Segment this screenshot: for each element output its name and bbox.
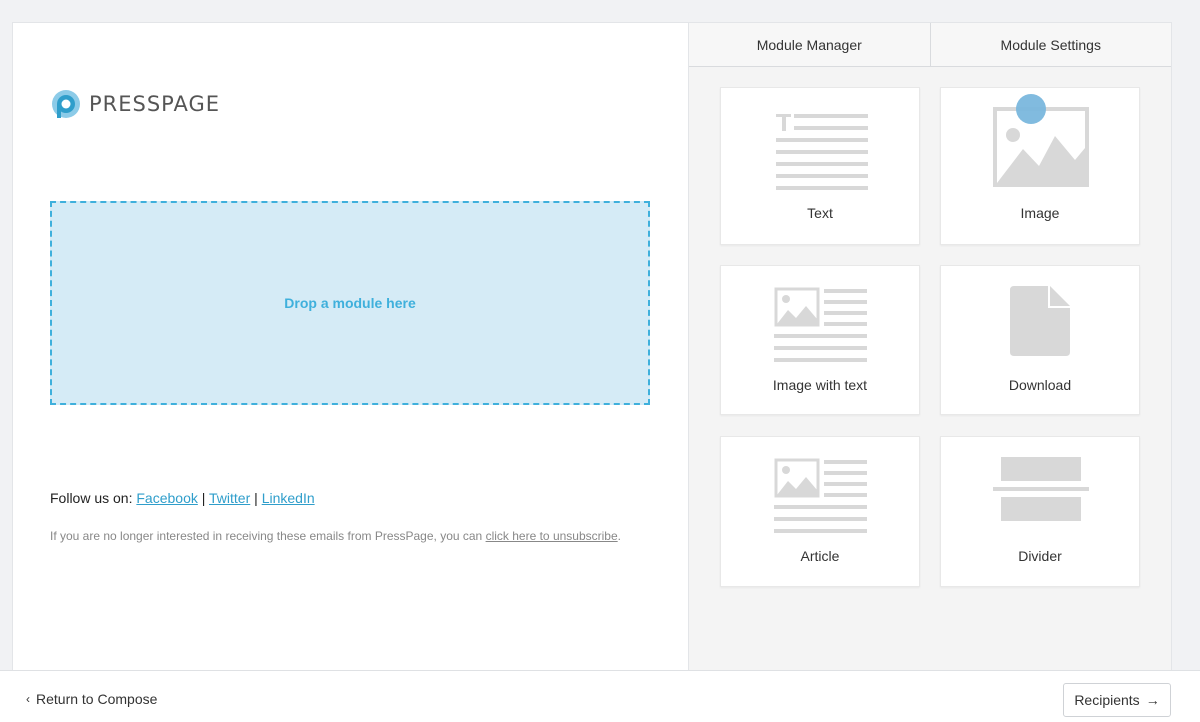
recipients-button[interactable]: Recipients → bbox=[1063, 683, 1171, 717]
link-separator: | bbox=[254, 490, 258, 506]
text-icon bbox=[776, 114, 868, 190]
module-text[interactable]: Text bbox=[720, 87, 920, 245]
module-label: Download bbox=[1008, 377, 1072, 393]
unsubscribe-prefix: If you are no longer interested in recei… bbox=[50, 529, 483, 543]
module-image[interactable]: Image bbox=[940, 87, 1140, 245]
module-divider[interactable]: Divider bbox=[940, 436, 1140, 587]
article-icon bbox=[774, 458, 867, 533]
module-image-with-text[interactable]: Image with text bbox=[720, 265, 920, 415]
image-icon bbox=[993, 94, 1089, 187]
module-label: Text bbox=[807, 205, 833, 221]
presspage-logo: PRESSPAGE bbox=[51, 89, 220, 119]
module-dropzone[interactable]: Drop a module here bbox=[50, 201, 650, 405]
module-panel: Module Manager Module Settings Text Imag… bbox=[688, 22, 1172, 670]
module-label: Image bbox=[1020, 205, 1060, 221]
arrow-right-icon: → bbox=[1145, 692, 1160, 708]
bottom-bar: ‹ Return to Compose Recipients → bbox=[0, 670, 1200, 722]
linkedin-link[interactable]: LinkedIn bbox=[262, 490, 315, 506]
unsubscribe-note: If you are no longer interested in recei… bbox=[50, 529, 621, 543]
file-icon bbox=[1010, 286, 1070, 356]
image-with-text-icon bbox=[774, 287, 867, 362]
follow-prefix: Follow us on: bbox=[50, 490, 133, 506]
twitter-link[interactable]: Twitter bbox=[209, 490, 250, 506]
logo-text: PRESSPAGE bbox=[89, 92, 221, 116]
return-to-compose-link[interactable]: ‹ Return to Compose bbox=[26, 691, 157, 707]
email-canvas: PRESSPAGE Drop a module here Follow us o… bbox=[12, 22, 688, 670]
link-separator: | bbox=[201, 490, 206, 506]
drag-cursor-indicator bbox=[1016, 94, 1046, 124]
presspage-logo-icon bbox=[51, 89, 81, 119]
module-label: Article bbox=[800, 548, 840, 564]
module-label: Divider bbox=[1018, 548, 1062, 564]
module-label: Image with text bbox=[772, 377, 868, 393]
module-download[interactable]: Download bbox=[940, 265, 1140, 415]
divider-icon bbox=[993, 457, 1089, 521]
facebook-link[interactable]: Facebook bbox=[136, 490, 197, 506]
follow-us: Follow us on: Facebook | Twitter | Linke… bbox=[50, 490, 315, 506]
module-article[interactable]: Article bbox=[720, 436, 920, 587]
tab-module-settings[interactable]: Module Settings bbox=[929, 23, 1172, 66]
tab-module-manager[interactable]: Module Manager bbox=[689, 23, 930, 66]
chevron-left-icon: ‹ bbox=[26, 692, 30, 706]
return-label: Return to Compose bbox=[36, 691, 158, 707]
unsubscribe-link[interactable]: click here to unsubscribe bbox=[486, 529, 618, 543]
unsubscribe-suffix: . bbox=[617, 529, 621, 543]
panel-tabs: Module Manager Module Settings bbox=[689, 23, 1171, 67]
recipients-label: Recipients bbox=[1074, 692, 1140, 708]
dropzone-label: Drop a module here bbox=[284, 295, 416, 311]
